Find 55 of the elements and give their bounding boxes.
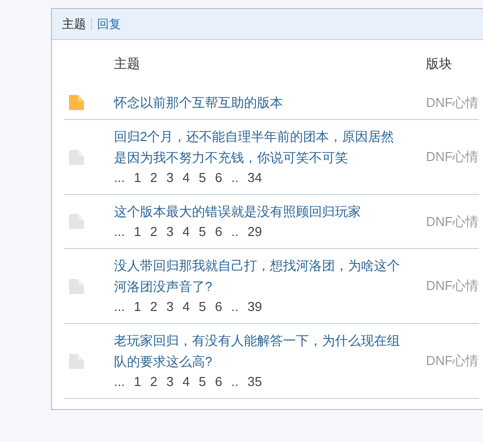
page-link[interactable]: 3 <box>166 222 174 242</box>
page-link[interactable]: .. <box>231 297 238 317</box>
page-link[interactable]: 5 <box>198 168 206 188</box>
forum-name: DNF心情 <box>426 212 479 231</box>
page-link[interactable]: ... <box>114 168 125 188</box>
tab[interactable]: 回复 <box>97 15 121 33</box>
page-link[interactable]: 4 <box>182 372 190 392</box>
page-link[interactable]: ... <box>114 222 125 242</box>
page-link[interactable]: 3 <box>166 297 174 317</box>
page-link[interactable]: 5 <box>198 222 206 242</box>
page-link[interactable]: 34 <box>247 168 262 188</box>
page-link[interactable]: 1 <box>134 168 142 188</box>
file-icon <box>68 94 85 111</box>
page-link[interactable]: 2 <box>150 297 158 317</box>
topic-link[interactable]: 这个版本最大的错误就是没有照顾回归玩家 <box>114 201 404 222</box>
page-link[interactable]: 5 <box>198 297 206 317</box>
page-link[interactable]: 29 <box>247 222 262 242</box>
topic-link[interactable]: 怀念以前那个互帮互助的版本 <box>114 92 404 113</box>
page-link[interactable]: .. <box>231 222 238 242</box>
page-link[interactable]: 6 <box>215 222 222 242</box>
forum-name: DNF心情 <box>426 148 479 166</box>
page-link[interactable]: 6 <box>215 297 222 317</box>
page-link[interactable]: 1 <box>134 372 142 392</box>
page-link[interactable]: .. <box>231 168 238 188</box>
page-link[interactable]: 1 <box>134 222 142 242</box>
page-link[interactable]: 4 <box>182 222 190 242</box>
page-link[interactable]: 6 <box>215 372 222 392</box>
topic-link[interactable]: 回归2个月，还不能自理半年前的团本，原因居然是因为我不努力不充钱，你说可笑不可笑 <box>114 126 404 168</box>
page-link[interactable]: 35 <box>247 372 262 392</box>
page-link[interactable]: .. <box>231 372 238 392</box>
column-header: 主题 <box>114 55 141 74</box>
file-icon <box>68 213 85 230</box>
forum-name: DNF心情 <box>426 277 479 296</box>
file-icon <box>68 278 85 294</box>
file-icon <box>68 148 85 166</box>
topic-link[interactable]: 没人带回归那我就自己打，想找河洛团，为啥这个河洛团没声音了? <box>114 255 404 297</box>
page-link[interactable]: 3 <box>166 168 174 188</box>
page-link[interactable]: ... <box>114 372 125 392</box>
page-link[interactable]: 1 <box>134 297 142 317</box>
forum-name: DNF心情 <box>426 94 479 112</box>
page-link[interactable]: 6 <box>215 168 222 188</box>
tab[interactable]: 主题 <box>62 15 86 33</box>
column-header: 版块 <box>426 55 452 74</box>
page-link[interactable]: 2 <box>150 168 158 188</box>
page-link[interactable]: 4 <box>182 168 190 188</box>
topic-link[interactable]: 老玩家回归，有没有人能解答一下，为什么现在组队的要求这么高? <box>114 330 404 372</box>
page-link[interactable]: 2 <box>150 372 158 392</box>
file-icon <box>68 352 85 370</box>
page-link[interactable]: 2 <box>150 222 158 242</box>
page-link[interactable]: 3 <box>166 372 174 392</box>
forum-name: DNF心情 <box>426 352 479 370</box>
page-link[interactable]: 39 <box>247 297 262 317</box>
page-link[interactable]: 4 <box>182 297 190 317</box>
page-link[interactable]: 5 <box>198 372 206 392</box>
page-link[interactable]: ... <box>114 297 125 317</box>
